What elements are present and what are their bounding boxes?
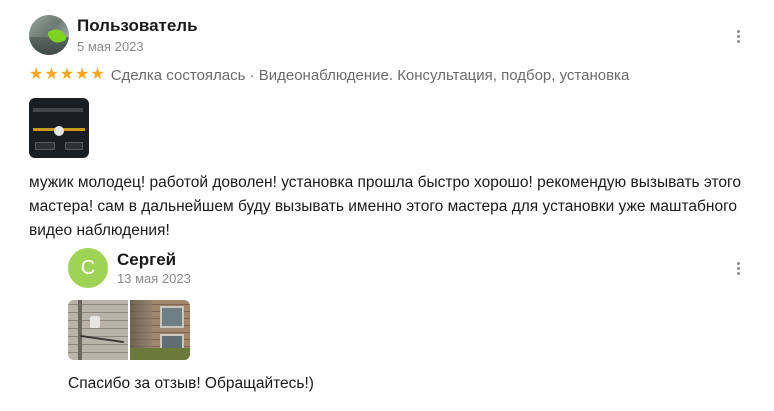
star-icon: ★	[75, 66, 90, 83]
rating-stars: ★ ★ ★ ★ ★	[29, 67, 105, 83]
author-name[interactable]: Пользователь	[77, 16, 198, 36]
star-icon: ★	[90, 66, 105, 83]
author-avatar[interactable]	[29, 15, 69, 55]
rating-row: ★ ★ ★ ★ ★ Сделка состоялась · Видеонаблю…	[29, 66, 629, 84]
reply-photo[interactable]	[68, 300, 128, 360]
review-photo[interactable]	[29, 98, 89, 158]
reply-text: Спасибо за отзыв! Обращайтесь!)	[68, 375, 314, 392]
reply-author-name[interactable]: Сергей	[117, 250, 176, 270]
reply-photo[interactable]	[130, 300, 190, 360]
reply-avatar[interactable]: С	[68, 248, 108, 288]
star-icon: ★	[59, 66, 75, 83]
reply-photos	[68, 300, 190, 360]
review-card: Пользователь 5 мая 2023 ★ ★ ★ ★ ★ Сделка…	[0, 0, 774, 411]
star-icon: ★	[44, 66, 59, 83]
more-vertical-icon[interactable]	[731, 258, 745, 278]
reply-avatar-initial: С	[80, 256, 96, 279]
review-text: мужик молодец! работой доволен! установк…	[29, 174, 741, 239]
star-icon: ★	[29, 66, 44, 83]
more-vertical-icon[interactable]	[731, 26, 745, 46]
review-date: 5 мая 2023	[77, 39, 144, 54]
deal-description: Сделка состоялась · Видеонаблюдение. Кон…	[110, 66, 630, 84]
reply-date: 13 мая 2023	[117, 271, 191, 286]
